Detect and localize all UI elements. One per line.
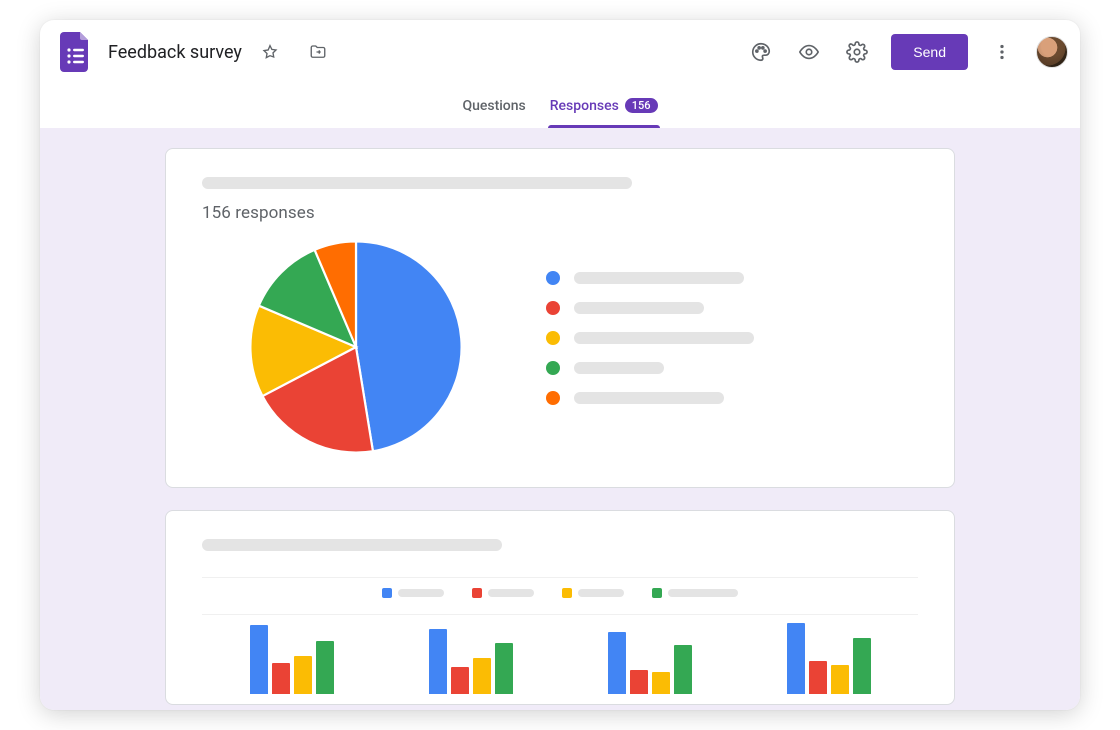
bar — [831, 665, 849, 694]
bar — [451, 667, 469, 694]
legend-item — [546, 331, 754, 345]
bar-legend-item — [472, 588, 534, 598]
gridline — [202, 577, 918, 578]
legend-label-placeholder — [488, 589, 534, 597]
tab-responses-label: Responses — [550, 98, 619, 114]
legend-label-placeholder — [574, 272, 744, 284]
legend-label-placeholder — [668, 589, 738, 597]
pie-slice — [356, 241, 462, 451]
preview-eye-icon[interactable] — [789, 32, 829, 72]
response-bar-card — [165, 510, 955, 705]
legend-color-dot — [546, 361, 560, 375]
move-to-folder-icon[interactable] — [298, 32, 338, 72]
bar-group — [787, 623, 871, 694]
account-avatar[interactable] — [1036, 36, 1068, 68]
legend-label-placeholder — [574, 302, 704, 314]
legend-color-square — [472, 588, 482, 598]
bar-legend-item — [562, 588, 624, 598]
pie-chart — [246, 237, 466, 457]
legend-label-placeholder — [574, 392, 724, 404]
bar — [652, 672, 670, 694]
legend-label-placeholder — [578, 589, 624, 597]
tab-questions-label: Questions — [462, 98, 525, 114]
legend-item — [546, 271, 754, 285]
bar — [809, 661, 827, 694]
legend-label-placeholder — [398, 589, 444, 597]
theme-palette-icon[interactable] — [741, 32, 781, 72]
bar-legend — [202, 588, 918, 598]
bar — [630, 670, 648, 695]
bar — [294, 656, 312, 694]
document-title[interactable]: Feedback survey — [108, 42, 242, 63]
bar — [429, 629, 447, 694]
bar-legend-item — [382, 588, 444, 598]
bar — [608, 632, 626, 694]
legend-item — [546, 301, 754, 315]
star-icon[interactable] — [250, 32, 290, 72]
bar-chart — [202, 614, 918, 694]
bar-group — [429, 629, 513, 694]
bar — [316, 641, 334, 694]
bar — [674, 645, 692, 694]
bar — [250, 625, 268, 694]
bar-group — [250, 625, 334, 694]
legend-color-square — [652, 588, 662, 598]
forms-logo[interactable] — [56, 32, 96, 72]
legend-color-dot — [546, 391, 560, 405]
bar — [787, 623, 805, 694]
more-vert-icon[interactable] — [982, 32, 1022, 72]
legend-color-dot — [546, 271, 560, 285]
legend-item — [546, 361, 754, 375]
send-button[interactable]: Send — [891, 34, 968, 70]
header-bar: Feedback survey — [40, 20, 1080, 84]
tab-questions[interactable]: Questions — [462, 84, 525, 128]
forms-editor-window: Feedback survey — [40, 20, 1080, 710]
responses-count-label: 156 responses — [202, 203, 918, 223]
legend-label-placeholder — [574, 362, 664, 374]
legend-item — [546, 391, 754, 405]
responses-count-badge: 156 — [625, 98, 658, 113]
workspace: 156 responses — [40, 128, 1080, 710]
response-pie-card: 156 responses — [165, 148, 955, 488]
bar-group — [608, 632, 692, 694]
legend-color-square — [562, 588, 572, 598]
question-title-placeholder — [202, 177, 632, 189]
question-title-placeholder — [202, 539, 502, 551]
legend-color-square — [382, 588, 392, 598]
bar — [473, 658, 491, 694]
legend-color-dot — [546, 301, 560, 315]
tab-responses[interactable]: Responses 156 — [550, 84, 658, 128]
bar — [853, 638, 871, 694]
tabs-bar: Questions Responses 156 — [40, 84, 1080, 128]
bar — [495, 643, 513, 694]
bar-legend-item — [652, 588, 738, 598]
legend-color-dot — [546, 331, 560, 345]
bar — [272, 663, 290, 694]
legend-label-placeholder — [574, 332, 754, 344]
pie-legend — [546, 271, 754, 405]
settings-gear-icon[interactable] — [837, 32, 877, 72]
